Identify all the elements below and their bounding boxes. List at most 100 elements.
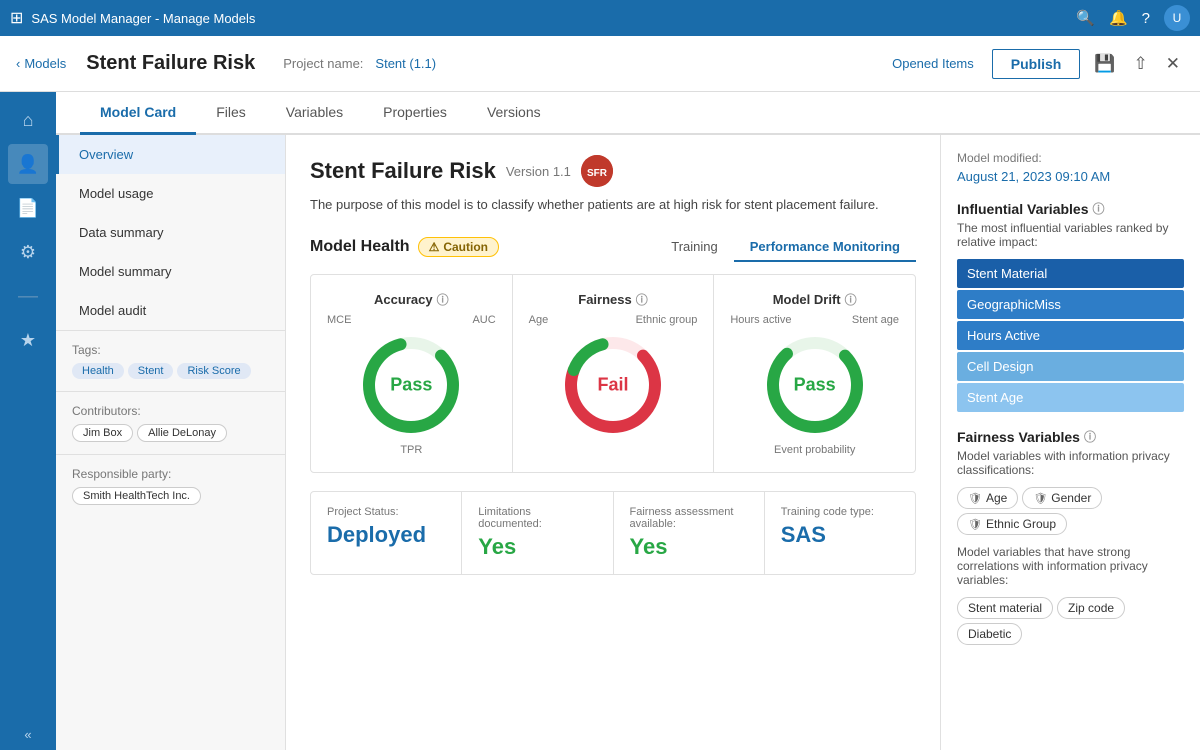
fairness-chip-age[interactable]: 🛡 Age xyxy=(957,487,1018,509)
model-title: Stent Failure Risk xyxy=(310,158,496,184)
gauge-drift: Model Drift ⓘ Hours active Stent age xyxy=(714,275,915,472)
tab-model-card[interactable]: Model Card xyxy=(80,92,196,135)
privacy-correlations-desc: Model variables that have strong correla… xyxy=(957,545,1184,587)
tags-label: Tags: xyxy=(72,343,269,357)
tab-properties[interactable]: Properties xyxy=(363,92,467,135)
privacy-chip-zip[interactable]: Zip code xyxy=(1057,597,1125,619)
privacy-chips: Stent material Zip code Diabetic xyxy=(957,597,1184,645)
contributor-jim-box[interactable]: Jim Box xyxy=(72,424,133,442)
version-badge: Version 1.1 xyxy=(506,164,571,179)
nav-separator: — xyxy=(8,276,48,316)
health-tab-performance[interactable]: Performance Monitoring xyxy=(734,233,916,262)
tag-list: Health Stent Risk Score xyxy=(72,363,269,379)
drift-bottom-label: Event probability xyxy=(722,444,907,456)
fairness-info-icon[interactable]: ⓘ xyxy=(636,291,648,308)
save-icon-button[interactable]: 💾 xyxy=(1090,50,1119,78)
responsible-label: Responsible party: xyxy=(72,467,269,481)
influential-item-2[interactable]: Hours Active xyxy=(957,321,1184,350)
fairness-privacy-desc: Model variables with information privacy… xyxy=(957,449,1184,477)
responsible-party[interactable]: Smith HealthTech Inc. xyxy=(72,487,201,505)
status-card-project: Project Status: Deployed xyxy=(311,492,462,574)
subheader: ‹ Models Stent Failure Risk Project name… xyxy=(0,36,1200,92)
shield-ethnic-icon: 🛡 xyxy=(968,518,982,531)
fairness-vars-info-icon[interactable]: ⓘ xyxy=(1084,428,1096,445)
user-icon[interactable]: U xyxy=(1164,5,1190,31)
accuracy-info-icon[interactable]: ⓘ xyxy=(437,291,449,308)
drift-info-icon[interactable]: ⓘ xyxy=(845,291,857,308)
tag-stent[interactable]: Stent xyxy=(128,363,174,379)
left-panel-nav: Overview Model usage Data summary Model … xyxy=(56,135,285,330)
nav-item-overview[interactable]: Overview xyxy=(56,135,285,174)
gauge-drift-label: Model Drift ⓘ xyxy=(722,291,907,308)
nav-files-icon[interactable]: 📄 xyxy=(8,188,48,228)
influential-item-4[interactable]: Stent Age xyxy=(957,383,1184,412)
topbar: ⊞ SAS Model Manager - Manage Models 🔍 🔔 … xyxy=(0,0,1200,36)
project-label: Project name: xyxy=(283,56,363,71)
help-icon[interactable]: ? xyxy=(1142,10,1150,27)
main-content: Stent Failure Risk Version 1.1 SFR The p… xyxy=(286,135,940,750)
bell-icon[interactable]: 🔔 xyxy=(1109,9,1128,27)
right-panel: Model modified: August 21, 2023 09:10 AM… xyxy=(940,135,1200,750)
status-label-project: Project Status: xyxy=(327,506,445,518)
nav-item-model-audit[interactable]: Model audit xyxy=(56,291,285,330)
influential-item-1[interactable]: GeographicMiss xyxy=(957,290,1184,319)
influential-vars-title: Influential Variables ⓘ xyxy=(957,200,1184,217)
accuracy-sublabels: MCE AUC xyxy=(319,314,504,326)
close-icon-button[interactable]: ✕ xyxy=(1162,50,1184,78)
app-grid-icon[interactable]: ⊞ xyxy=(10,8,23,28)
accuracy-result: Pass xyxy=(390,374,432,395)
tag-health[interactable]: Health xyxy=(72,363,124,379)
model-description: The purpose of this model is to classify… xyxy=(310,195,916,215)
gauge-accuracy: Accuracy ⓘ MCE AUC Pass xyxy=(311,275,513,472)
nav-home-icon[interactable]: ⌂ xyxy=(8,100,48,140)
contributor-allie[interactable]: Allie DeLonay xyxy=(137,424,227,442)
fairness-result: Fail xyxy=(597,374,628,395)
status-label-training: Training code type: xyxy=(781,506,899,518)
main-layout: ⌂ 👤 📄 ⚙ — ★ « Model Card Files Variables… xyxy=(0,92,1200,750)
fairness-chips: 🛡 Age 🛡 Gender 🛡 Ethnic Group xyxy=(957,487,1184,535)
nav-models-icon[interactable]: 👤 xyxy=(8,144,48,184)
gauges-row: Accuracy ⓘ MCE AUC Pass xyxy=(310,274,916,473)
status-value-limitations: Yes xyxy=(478,534,596,560)
nav-item-model-usage[interactable]: Model usage xyxy=(56,174,285,213)
status-card-fairness: Fairness assessment available: Yes xyxy=(614,492,765,574)
nav-item-data-summary[interactable]: Data summary xyxy=(56,213,285,252)
breadcrumb-models[interactable]: ‹ Models xyxy=(16,56,66,71)
health-title: Model Health ⚠ Caution xyxy=(310,237,499,257)
drift-sublabels: Hours active Stent age xyxy=(722,314,907,326)
opened-items-link[interactable]: Opened Items xyxy=(892,56,974,71)
model-icon: SFR xyxy=(581,155,613,187)
share-icon-button[interactable]: ⇧ xyxy=(1130,50,1152,78)
tag-risk-score[interactable]: Risk Score xyxy=(177,363,250,379)
status-card-training: Training code type: SAS xyxy=(765,492,915,574)
influential-desc: The most influential variables ranked by… xyxy=(957,221,1184,249)
gauge-accuracy-label: Accuracy ⓘ xyxy=(319,291,504,308)
tab-variables[interactable]: Variables xyxy=(266,92,363,135)
health-tabs: Training Performance Monitoring xyxy=(655,233,916,262)
influential-item-3[interactable]: Cell Design xyxy=(957,352,1184,381)
nav-item-model-summary[interactable]: Model summary xyxy=(56,252,285,291)
contributors-list: Jim Box Allie DeLonay xyxy=(72,424,269,442)
influential-info-icon[interactable]: ⓘ xyxy=(1093,200,1105,217)
topbar-icons: 🔍 🔔 ? U xyxy=(1076,5,1190,31)
status-row: Project Status: Deployed Limitations doc… xyxy=(310,491,916,575)
search-icon[interactable]: 🔍 xyxy=(1076,9,1095,27)
project-link[interactable]: Stent (1.1) xyxy=(375,56,436,71)
nav-settings-icon[interactable]: ⚙ xyxy=(8,232,48,272)
tab-versions[interactable]: Versions xyxy=(467,92,561,135)
publish-button[interactable]: Publish xyxy=(992,49,1081,79)
responsible-section: Responsible party: Smith HealthTech Inc. xyxy=(56,454,285,517)
fairness-chip-gender[interactable]: 🛡 Gender xyxy=(1022,487,1102,509)
privacy-chip-diabetic[interactable]: Diabetic xyxy=(957,623,1022,645)
fairness-chip-ethnic[interactable]: 🛡 Ethnic Group xyxy=(957,513,1067,535)
topbar-title: SAS Model Manager - Manage Models xyxy=(31,11,255,26)
influential-item-0[interactable]: Stent Material xyxy=(957,259,1184,288)
health-tab-training[interactable]: Training xyxy=(655,233,733,262)
privacy-chip-stent[interactable]: Stent material xyxy=(957,597,1053,619)
nav-starred-icon[interactable]: ★ xyxy=(8,320,48,360)
responsible-list: Smith HealthTech Inc. xyxy=(72,487,269,505)
accuracy-gauge-container: Pass xyxy=(356,330,466,440)
content-area: Model Card Files Variables Properties Ve… xyxy=(56,92,1200,750)
nav-expand[interactable]: « xyxy=(16,719,39,750)
tab-files[interactable]: Files xyxy=(196,92,266,135)
